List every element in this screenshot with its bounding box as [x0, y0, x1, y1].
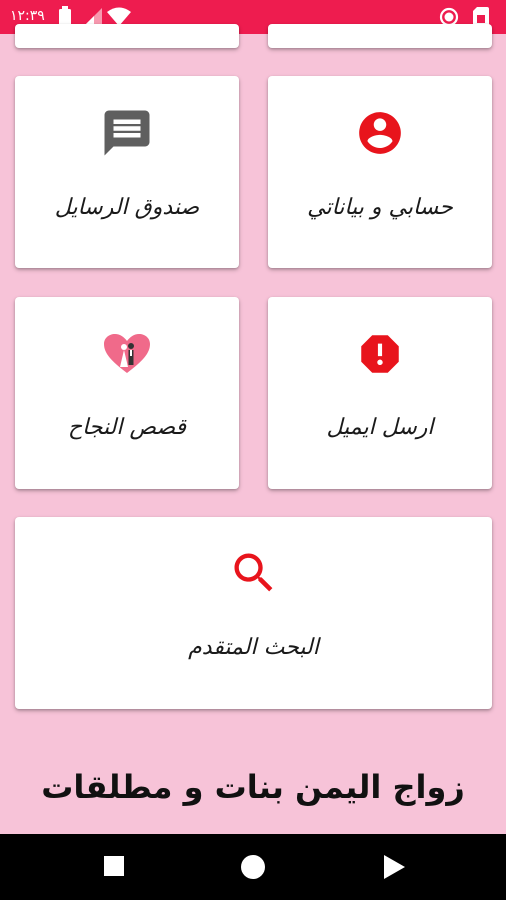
card-partial-right[interactable]: [268, 24, 492, 48]
wedding-heart-icon: [104, 334, 150, 373]
report-octagon-icon: [361, 335, 399, 373]
email-card-label: ارسل ايميل: [326, 415, 434, 440]
recents-square-icon[interactable]: [102, 854, 126, 878]
stories-card[interactable]: قصص النجاح: [15, 297, 239, 489]
messages-card-label: صندوق الرسايل: [54, 195, 200, 220]
search-icon: [234, 553, 272, 592]
account-card-label: حسابي و بياناتي: [307, 195, 453, 220]
navigation-bar: [0, 834, 506, 900]
home-circle-icon[interactable]: [240, 854, 266, 880]
account-card[interactable]: حسابي و بياناتي: [268, 76, 492, 268]
back-triangle-icon[interactable]: [382, 854, 406, 880]
messages-card[interactable]: صندوق الرسايل: [15, 76, 239, 268]
account-circle-icon: [359, 112, 401, 154]
search-card[interactable]: البحث المتقدم: [15, 517, 492, 709]
status-time: ١٢:٣٩: [10, 8, 45, 24]
email-card[interactable]: ارسل ايميل: [268, 297, 492, 489]
search-card-label: البحث المتقدم: [188, 635, 319, 660]
message-icon: [104, 110, 150, 156]
app-title: زواج اليمن بنات و مطلقات: [41, 768, 465, 806]
card-partial-left[interactable]: [15, 24, 239, 48]
stories-card-label: قصص النجاح: [67, 415, 187, 440]
